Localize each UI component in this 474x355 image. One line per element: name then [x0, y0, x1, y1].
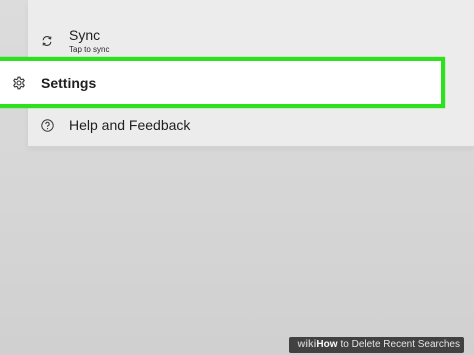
- help-label: Help and Feedback: [69, 117, 191, 133]
- sync-text: Sync Tap to sync: [69, 27, 109, 55]
- settings-text: Settings: [41, 75, 96, 91]
- wikihow-watermark: wiki How to Delete Recent Searches: [289, 337, 464, 353]
- sync-sublabel: Tap to sync: [69, 45, 110, 54]
- settings-label: Settings: [41, 74, 97, 91]
- menu-item-help-and-feedback[interactable]: Help and Feedback: [28, 111, 474, 139]
- gear-icon: [12, 76, 26, 90]
- watermark-title: to Delete Recent Searches: [340, 339, 460, 350]
- watermark-wiki: wiki: [297, 339, 317, 350]
- sync-icon: [40, 34, 54, 48]
- help-text: Help and Feedback: [69, 117, 190, 133]
- menu-item-settings[interactable]: Settings: [0, 57, 445, 108]
- watermark-how: How: [316, 339, 338, 350]
- help-circle-icon: [40, 118, 54, 132]
- sync-label: Sync: [69, 27, 101, 43]
- menu-item-sync[interactable]: Sync Tap to sync: [28, 22, 474, 60]
